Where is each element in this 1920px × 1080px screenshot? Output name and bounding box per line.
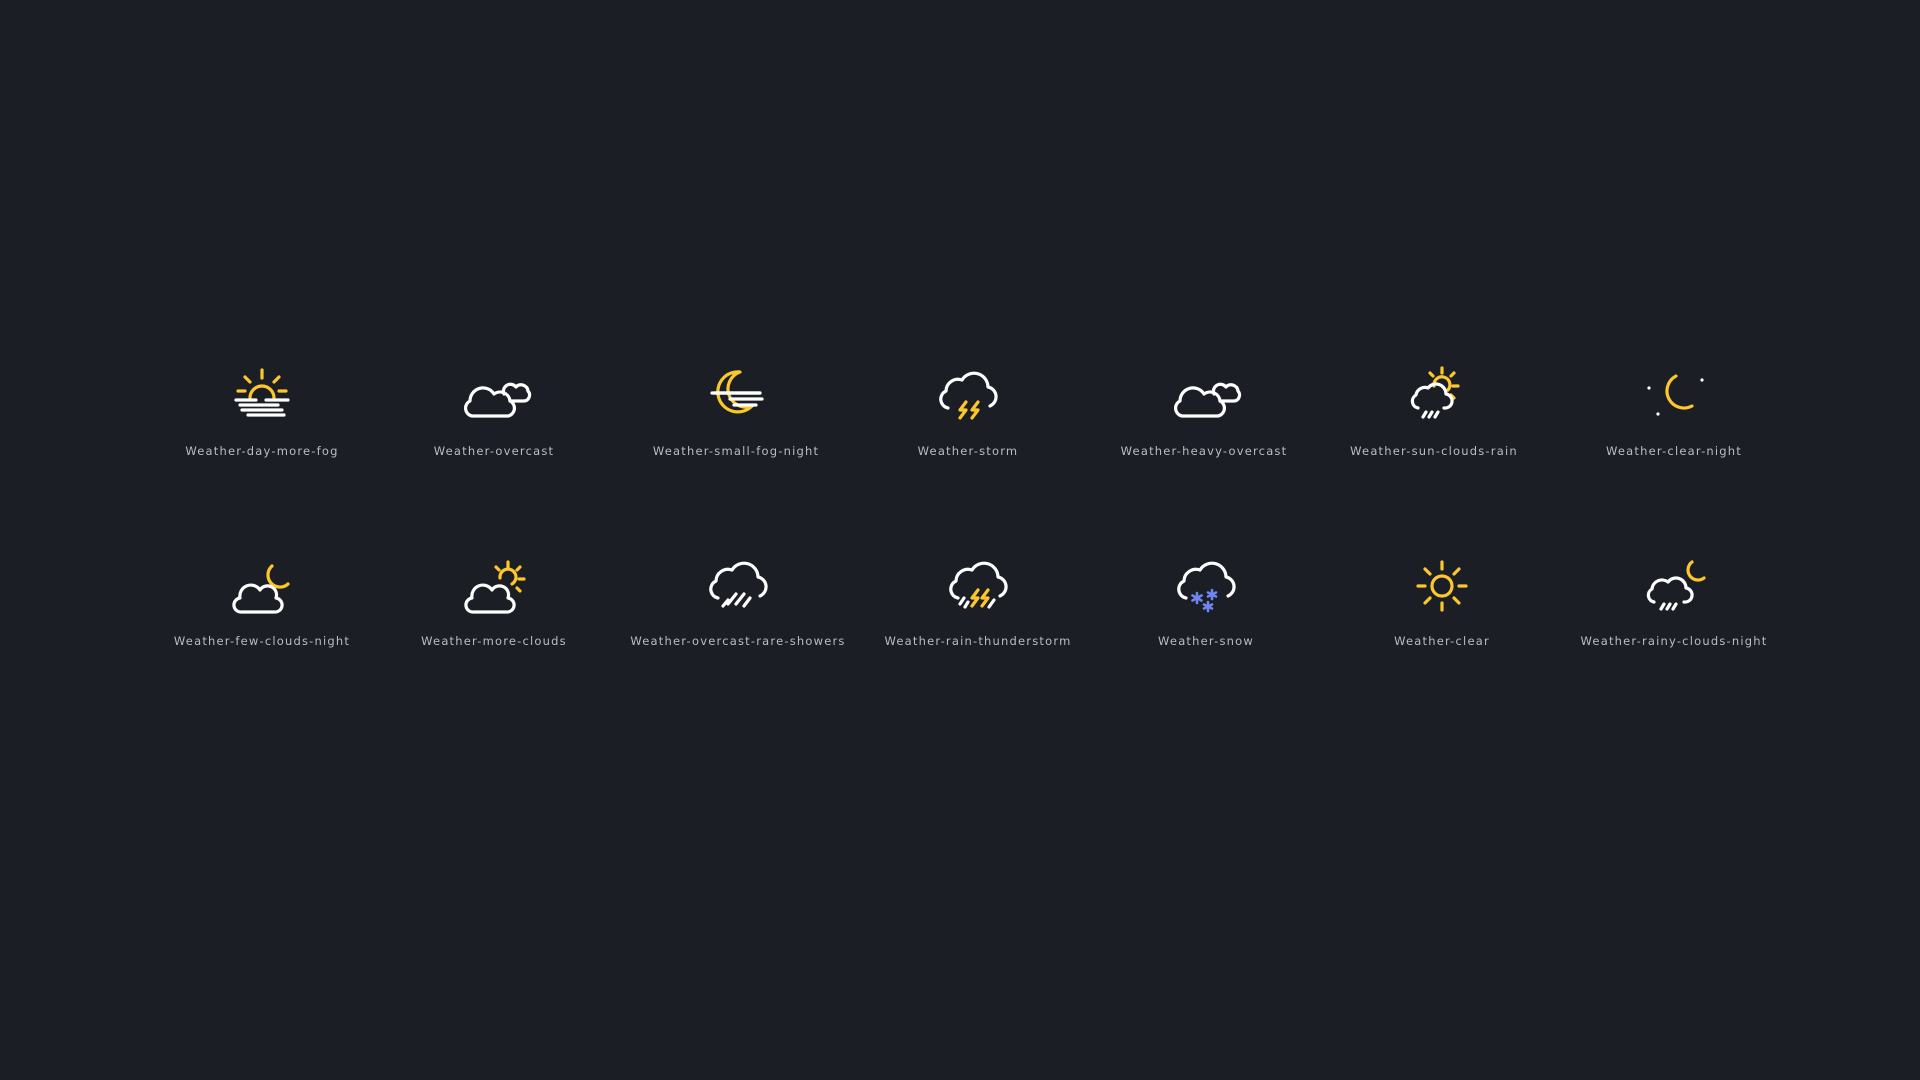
weather-item-rainy-clouds-night[interactable]: Weather-rainy-clouds-night bbox=[1554, 550, 1794, 660]
icon-label: Weather-small-fog-night bbox=[652, 444, 820, 458]
snowflake-icon bbox=[1202, 600, 1214, 613]
icon-label: Weather-sun-clouds-rain bbox=[1350, 444, 1518, 458]
icon-label: Weather-day-more-fog bbox=[185, 444, 339, 458]
weather-item-clear-night[interactable]: Weather-clear-night bbox=[1554, 360, 1794, 470]
icon-label: Weather-heavy-overcast bbox=[1120, 444, 1288, 458]
weather-item-storm[interactable]: Weather-storm bbox=[848, 360, 1088, 470]
weather-item-overcast[interactable]: Weather-overcast bbox=[374, 360, 614, 470]
weather-item-more-clouds[interactable]: Weather-more-clouds bbox=[374, 550, 614, 660]
clear-night-icon bbox=[1647, 374, 1704, 416]
icon-label: Weather-overcast-rare-showers bbox=[630, 634, 846, 648]
icon-label: Weather-snow bbox=[1158, 634, 1254, 648]
snowflake-icon bbox=[1191, 591, 1203, 605]
weather-item-few-clouds-night[interactable]: Weather-few-clouds-night bbox=[142, 550, 382, 660]
icon-label: Weather-rainy-clouds-night bbox=[1580, 634, 1768, 648]
clear-icon bbox=[1416, 560, 1468, 612]
snow-icon bbox=[1177, 561, 1236, 613]
weather-item-overcast-rare-showers[interactable]: Weather-overcast-rare-showers bbox=[618, 550, 858, 660]
icon-label: Weather-overcast bbox=[433, 444, 555, 458]
few-clouds-night-icon bbox=[232, 564, 290, 614]
weather-item-snow[interactable]: Weather-snow bbox=[1086, 550, 1326, 660]
rainy-clouds-night-icon bbox=[1646, 560, 1706, 611]
overcast-rare-showers-icon bbox=[709, 561, 768, 608]
weather-item-day-more-fog[interactable]: Weather-day-more-fog bbox=[142, 360, 382, 470]
snowflake-icon bbox=[1206, 588, 1218, 601]
overcast-icon bbox=[463, 382, 532, 418]
icon-label: Weather-clear-night bbox=[1606, 444, 1742, 458]
more-clouds-icon bbox=[464, 560, 526, 614]
storm-icon bbox=[939, 371, 998, 420]
weather-item-small-fog-night[interactable]: Weather-small-fog-night bbox=[616, 360, 856, 470]
rain-thunderstorm-icon bbox=[949, 561, 1008, 609]
weather-item-rain-thunderstorm[interactable]: Weather-rain-thunderstorm bbox=[858, 550, 1098, 660]
icon-label: Weather-rain-thunderstorm bbox=[884, 634, 1072, 648]
icon-label: Weather-few-clouds-night bbox=[173, 634, 351, 648]
weather-item-heavy-overcast[interactable]: Weather-heavy-overcast bbox=[1084, 360, 1324, 470]
icon-label: Weather-more-clouds bbox=[421, 634, 567, 648]
icon-label: Weather-clear bbox=[1394, 634, 1490, 648]
heavy-overcast-icon bbox=[1173, 382, 1242, 418]
icon-label: Weather-storm bbox=[917, 444, 1019, 458]
day-more-fog-icon bbox=[234, 368, 290, 417]
weather-item-sun-clouds-rain[interactable]: Weather-sun-clouds-rain bbox=[1314, 360, 1554, 470]
weather-item-clear[interactable]: Weather-clear bbox=[1322, 550, 1562, 660]
sun-clouds-rain-icon bbox=[1410, 366, 1460, 419]
small-fog-night-icon bbox=[710, 370, 764, 414]
weather-icon-grid: Weather-day-more-fog Weather-overcast We… bbox=[0, 0, 1920, 1080]
